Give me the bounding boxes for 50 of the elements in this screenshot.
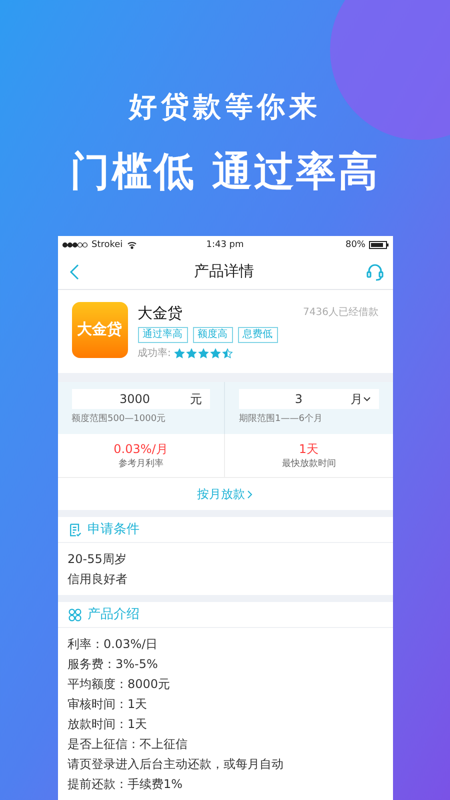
stat-value: 1天 [298,440,319,458]
range-hint: 额度范围500—1000元 [72,413,167,426]
star-icon [210,348,221,359]
info-line: 审核时间：1天 [68,696,148,713]
battery-icon [368,241,388,250]
document-icon [68,522,82,536]
section-title: 产品介绍 [88,606,140,624]
info-line: 平均额度：8000元 [68,676,172,693]
star-icon [198,348,209,359]
amount-field[interactable]: 3000 元 [72,389,210,409]
info-line: 是否上征信：不上征信 [68,736,188,753]
wifi-icon [126,241,137,250]
info-line: 服务费：3%-5% [68,656,159,673]
feature-tag: 息费低 [238,327,278,343]
subheadline: 门槛低 通过率高 [70,148,380,197]
info-line: 20-55周岁 [68,551,128,568]
grid-icon [68,608,82,622]
star-icon [222,348,233,359]
chevron-down-icon [362,395,370,403]
unit-label: 月 [350,391,362,408]
stat-label: 最快放款时间 [282,458,336,470]
battery-percent: 80% [345,238,366,252]
field-value: 3 [294,391,304,408]
stat-value: 0.03%/月 [114,440,168,458]
star-icon [186,348,197,359]
chevron-right-icon [247,490,253,498]
star-icon [174,348,185,359]
clock-time: 1:43 pm [205,238,245,252]
product-name: 大金贷 [138,302,182,324]
headset-icon[interactable] [364,262,384,282]
stat-label: 参考月利率 [118,458,164,470]
feature-tag: 通过率高 [138,327,188,343]
page-title: 产品详情 [193,261,255,282]
success-rate-label: 成功率: [138,346,171,361]
app-logo: 大金贷 [72,302,128,358]
section-title: 申请条件 [88,520,140,539]
signal-icon [62,242,88,248]
info-line: 信用良好者 [68,571,128,588]
info-line: 放款时间：1天 [68,716,148,733]
term-field[interactable]: 3 月 [239,389,378,409]
info-line: 请页登录进入后台主动还款，或每月自动 [68,756,284,773]
headline: 好贷款等你来 [129,89,321,125]
borrower-count: 7436人已经借款 [303,306,378,320]
info-line: 利率：0.03%/日 [68,636,159,653]
info-line: 提前还款：手续费1% [68,776,184,793]
field-value: 3000 [118,391,152,408]
carrier-name: Strokei [92,238,123,252]
feature-tag: 额度高 [192,327,232,343]
unit-label: 元 [190,391,202,408]
range-hint: 期限范围1——6个月 [239,413,324,426]
